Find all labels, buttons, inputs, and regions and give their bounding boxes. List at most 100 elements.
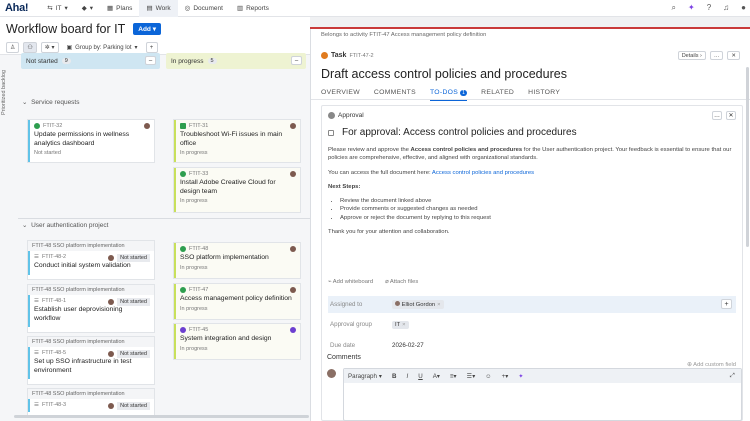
steps-list: Review the document linked above Provide… [340,197,733,222]
close-button[interactable]: ✕ [727,51,740,60]
card-ftit-31[interactable]: FTIT-31 Troubleshoot Wi-Fi issues in mai… [174,120,300,162]
avatar [290,123,296,129]
avatar [108,255,114,261]
document-link[interactable]: Access control policies and procedures [432,170,534,176]
prioritized-backlog-label[interactable]: Prioritized backlog [1,70,7,115]
nav-reports-label: Reports [246,4,269,12]
column-not-started[interactable]: Not started 9 – [21,53,160,69]
close-button[interactable]: ✕ [726,111,736,120]
approval-checkbox[interactable] [328,129,334,136]
collapse-column-button[interactable]: – [145,56,156,65]
insert-icon[interactable]: +▾ [502,373,509,380]
remove-icon[interactable]: × [402,322,405,328]
paperclip-icon: ⌀ [385,279,389,285]
card-title: System integration and design [180,335,272,342]
record-title[interactable]: Draft access control policies and proced… [321,67,567,81]
record-id[interactable]: FTIT-47-2 [349,53,373,59]
belongs-to-breadcrumb[interactable]: Belongs to activity FTIT-47 Access manag… [321,32,486,38]
search-icon[interactable]: ⌕ [672,3,676,13]
status-badge: Not started [117,402,150,410]
approval-title[interactable]: For approval: Access control policies an… [342,127,577,138]
team-view-button[interactable]: ⚇ [23,42,37,53]
more-options-button[interactable]: … [712,111,722,120]
panel-scrollbar[interactable] [746,67,749,247]
card-ftit-48[interactable]: FTIT-48 SSO platform implementation In p… [174,243,300,278]
avatar [290,171,296,177]
approval-description[interactable]: Please review and approve the Access con… [328,146,733,242]
workspace-name: IT [55,4,62,12]
add-whiteboard-button[interactable]: ⌁ Add whiteboard [328,279,373,285]
approval-group-field[interactable]: Approval group IT × [328,316,736,333]
card-ftit-48-1[interactable]: FTIT-48 SSO platform implementation ☰ FTI… [28,285,154,332]
due-date-field[interactable]: Due date 2026-02-27 [328,337,736,354]
notifications-icon[interactable]: ♫ [723,3,729,13]
collapse-column-button[interactable]: – [291,56,302,65]
assignee-pill[interactable]: Elliot Gordon × [392,300,444,309]
card-ftit-33[interactable]: FTIT-33 Install Adobe Creative Cloud for… [174,168,300,212]
ai-sparkle-icon[interactable]: ✦ [518,373,523,380]
group-user-authentication-project[interactable]: ⌄ User authentication project [22,221,108,229]
attach-files-button[interactable]: ⌀ Attach files [385,279,418,285]
help-icon[interactable]: ? [707,3,711,13]
workspace-switcher[interactable]: ⇆ IT ▾ [40,0,75,17]
task-status-icon [180,123,186,129]
nav-shortcuts[interactable]: ◆ ▾ [75,0,100,17]
fullscreen-icon[interactable]: ⤢ [730,372,735,380]
paragraph-style-dropdown[interactable]: Paragraph ▾ [348,373,382,380]
details-button[interactable]: Details › [677,51,706,60]
remove-icon[interactable]: × [437,302,440,308]
text-color-icon[interactable]: A▾ [433,373,440,380]
card-ftit-48-5[interactable]: FTIT-48 SSO platform implementation ☰ FTI… [28,337,154,384]
status-badge: Not started [117,298,150,306]
column-count: 5 [207,58,217,64]
feature-status-icon [180,327,186,333]
emoji-icon[interactable]: ☺ [485,373,491,380]
due-date-value[interactable]: 2026-02-27 [392,342,424,349]
card-ftit-45[interactable]: FTIT-45 System integration and design In… [174,324,300,359]
bold-icon[interactable]: B [392,373,396,380]
italic-icon[interactable]: I [406,373,408,380]
paragraph-style-label: Paragraph [348,372,377,380]
record-type-row: Task FTIT-47-2 [321,52,374,59]
avatar [395,301,400,306]
nav-plans[interactable]: ▦ Plans [100,0,139,17]
group-service-requests[interactable]: ⌄ Service requests [22,98,80,106]
settings-button[interactable]: ✲ ▾ [40,42,59,53]
column-in-progress[interactable]: In progress 5 – [166,53,306,69]
user-icon[interactable]: ● [741,3,746,13]
group-pill[interactable]: IT × [392,320,409,329]
status-badge: Not started [117,254,150,262]
nav-document[interactable]: ◎ Document [178,0,230,17]
nav-work[interactable]: ▤ Work [139,0,178,17]
card-title: Troubleshoot Wi-Fi issues in main office [180,131,283,147]
avatar [290,246,296,252]
person-view-button[interactable]: ♙ [6,42,20,53]
nav-reports[interactable]: ▥ Reports [230,0,276,17]
more-options-button[interactable]: … [709,51,724,60]
feature-label: FTIT-48 SSO platform implementation [28,285,154,295]
list-icon[interactable]: ☰▾ [467,373,476,380]
add-button[interactable]: Add ▾ [133,23,161,35]
aha-logo[interactable]: Aha! [5,2,29,14]
comment-editor[interactable]: Paragraph ▾ B I U A▾ ≡▾ ☰▾ ☺ +▾ ✦ ⤢ [343,368,742,421]
nav-document-label: Document [193,4,223,12]
card-ftit-48-2[interactable]: FTIT-48 SSO platform implementation ☰ FTI… [28,241,154,279]
list-item: Provide comments or suggested changes as… [340,205,733,213]
add-column-button[interactable]: + [145,42,158,53]
card-ftit-32[interactable]: FTIT-32 Update permissions in wellness a… [28,120,154,162]
align-icon[interactable]: ≡▾ [450,373,457,380]
ai-sparkle-icon[interactable]: ✦ [688,3,695,13]
avatar [108,351,114,357]
underline-icon[interactable]: U [418,373,422,380]
add-assignee-button[interactable]: + [721,299,732,309]
card-id: FTIT-48-1 [41,298,67,304]
card-status: In progress [180,198,208,204]
assigned-to-field[interactable]: Assigned to Elliot Gordon × + [328,296,736,313]
group-by-dropdown[interactable]: ▣ Group by: Parking lot ▾ [63,44,142,52]
board-horizontal-scrollbar[interactable] [14,415,309,418]
details-label: Details [681,52,699,59]
reports-icon: ▥ [236,5,244,12]
card-ftit-47[interactable]: FTIT-47 Access management policy definit… [174,284,300,319]
card-ftit-48-3[interactable]: FTIT-48 SSO platform implementation ☰ FTI… [28,389,154,415]
tab-divider [311,99,750,100]
